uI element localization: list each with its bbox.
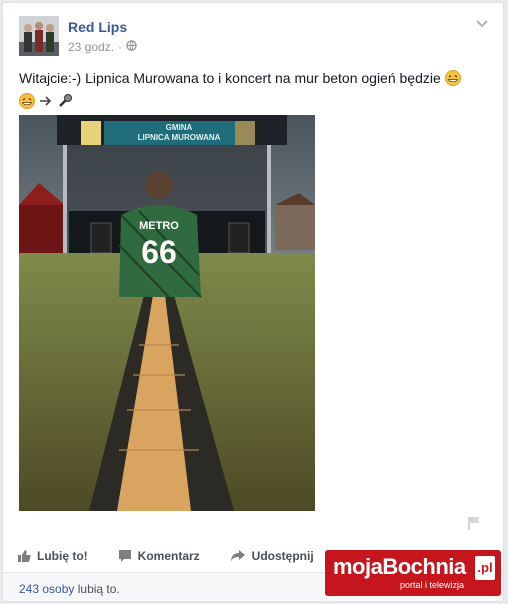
photo-jersey-number: 66 [141, 234, 177, 270]
post-card: Red Lips 23 godz. · Witajcie:-) Lipnica … [2, 2, 504, 602]
watermark-tld: .pl [475, 556, 495, 580]
comment-button-label: Komentarz [137, 549, 200, 563]
flag-icon[interactable] [467, 516, 483, 530]
watermark-logo: mojaBochnia .pl portal i telewizja [325, 550, 501, 596]
arrow-right-icon [39, 93, 53, 114]
post-text-body: Witajcie:-) Lipnica Murowana to i koncer… [19, 70, 441, 86]
author-avatar[interactable] [19, 16, 59, 56]
chevron-down-icon[interactable] [475, 17, 489, 31]
thumbs-up-icon [17, 549, 31, 563]
watermark-tagline: portal i telewizja [400, 580, 465, 590]
watermark-brand: mojaBochnia [333, 554, 466, 579]
like-button[interactable]: Lubię to! [17, 549, 88, 563]
likes-count[interactable]: 243 osoby [19, 582, 74, 596]
post-photo[interactable]: GMINA LIPNICA MUROWANA METRO 66 [19, 115, 315, 511]
post-meta: 23 godz. · [68, 40, 137, 54]
share-icon [230, 549, 246, 563]
comment-button[interactable]: Komentarz [118, 549, 200, 563]
likes-suffix: lubią to. [77, 582, 120, 596]
photo-banner-line1: GMINA [166, 123, 193, 132]
comment-icon [118, 549, 132, 563]
like-button-label: Lubię to! [37, 549, 88, 563]
share-button[interactable]: Udostępnij [230, 549, 314, 563]
post-text: Witajcie:-) Lipnica Murowana to i koncer… [19, 68, 489, 114]
microphone-icon [57, 93, 73, 114]
photo-banner-line2: LIPNICA MUROWANA [138, 133, 221, 142]
post-time[interactable]: 23 godz. [68, 40, 114, 54]
grin-emoji-icon [19, 93, 35, 114]
photo-jersey-name: METRO [139, 220, 179, 232]
meta-separator: · [118, 40, 123, 54]
globe-icon [126, 40, 137, 54]
post-actions: Lubię to! Komentarz Udostępnij [17, 546, 344, 566]
grin-emoji-icon [444, 70, 461, 91]
share-button-label: Udostępnij [251, 549, 314, 563]
author-name[interactable]: Red Lips [68, 19, 127, 35]
